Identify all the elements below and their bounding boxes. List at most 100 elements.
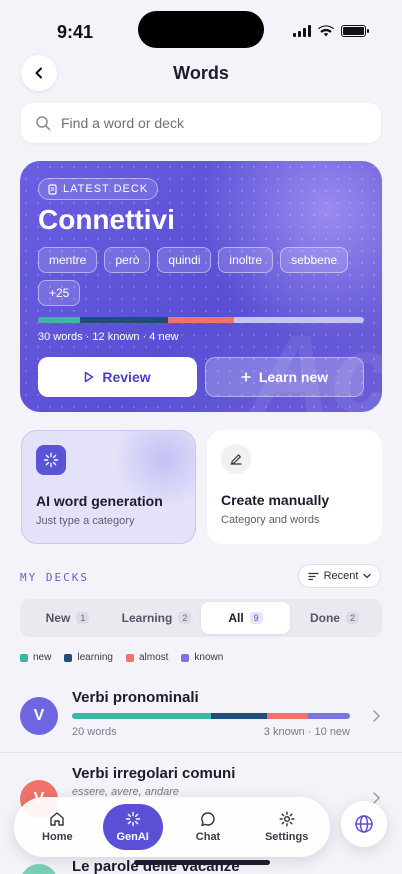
tab-genai[interactable]: GenAI <box>102 804 163 850</box>
tab-all[interactable]: All 9 <box>201 602 290 634</box>
search-bar[interactable] <box>21 103 381 143</box>
globe-icon <box>355 815 373 833</box>
chat-icon <box>201 812 215 827</box>
deck-avatar: L <box>20 864 58 874</box>
tab-count: 1 <box>76 612 90 624</box>
tab-label: Chat <box>195 831 221 843</box>
tab-count: 9 <box>249 612 263 624</box>
word-chips: mentre però quindi inoltre sebbene +25 <box>38 247 358 306</box>
word-chip[interactable]: quindi <box>157 247 212 273</box>
sort-icon <box>307 572 319 580</box>
play-icon <box>85 371 94 383</box>
bottom-tab-bar: Home GenAI Chat Settings <box>14 797 330 857</box>
progress-segment-learning <box>211 713 267 719</box>
legend-swatch <box>125 653 134 662</box>
legend-swatch <box>64 653 73 662</box>
legend-label: learning <box>77 652 113 663</box>
word-chip[interactable]: mentre <box>38 247 98 273</box>
dynamic-island <box>138 11 264 48</box>
home-icon <box>50 812 65 826</box>
progress-almost <box>168 317 234 323</box>
progress-learning <box>80 317 169 323</box>
tab-count: 2 <box>345 612 359 624</box>
deck-word-count: 20 words <box>72 726 117 738</box>
tab-new[interactable]: New 1 <box>23 602 112 634</box>
language-button[interactable] <box>341 801 387 847</box>
tab-label: GenAI <box>116 831 149 843</box>
progress-new <box>38 317 81 323</box>
create-manually-card[interactable]: Create manually Category and words <box>207 430 382 544</box>
section-title: MY DECKS <box>20 571 89 584</box>
signal-icon <box>293 25 311 37</box>
legend-almost: almost <box>125 652 169 663</box>
progress-segment-almost <box>266 713 309 719</box>
legend-known: known <box>181 652 223 663</box>
plus-icon <box>241 372 251 382</box>
deck-row[interactable]: L Le parole delle vacanze <box>0 856 402 874</box>
legend-swatch <box>181 653 190 662</box>
deck-meta: 30 words · 12 known · 4 new <box>38 331 179 343</box>
learn-new-label: Learn new <box>258 369 329 385</box>
status-icons <box>293 25 369 37</box>
sort-dropdown[interactable]: Recent <box>298 564 381 588</box>
tab-label: Learning <box>121 611 173 625</box>
sparkle-icon <box>125 811 140 827</box>
tab-home[interactable]: Home <box>18 811 97 843</box>
chevron-right-icon <box>373 710 380 722</box>
word-chip[interactable]: sebbene <box>280 247 349 273</box>
legend-label: new <box>33 652 52 663</box>
legend-learning: learning <box>64 652 113 663</box>
deck-filter-tabs: New 1 Learning 2 All 9 Done 2 <box>20 599 382 637</box>
sort-label: Recent <box>323 570 359 582</box>
status-bar: 9:41 <box>0 0 402 58</box>
review-button[interactable]: Review <box>38 357 197 397</box>
deck-icon <box>48 183 57 195</box>
tab-label: All <box>228 611 244 625</box>
progress-legend: new learning almost known <box>20 652 223 663</box>
chevron-down-icon <box>363 573 372 579</box>
battery-icon <box>341 25 369 37</box>
ai-word-generation-card[interactable]: AI word generation Just type a category <box>21 430 196 544</box>
deck-title: Connettivi <box>38 204 175 235</box>
learn-new-button[interactable]: Learn new <box>205 357 364 397</box>
ai-card-subtitle: Just type a category <box>36 515 135 527</box>
tab-chat[interactable]: Chat <box>169 811 248 843</box>
word-chip[interactable]: inoltre <box>218 247 274 273</box>
tab-label: Settings <box>264 831 309 843</box>
latest-deck-card[interactable]: Ac LATEST DECK Connettivi mentre però qu… <box>20 161 382 412</box>
progress-segment-known <box>308 713 350 719</box>
deck-avatar: V <box>20 697 58 735</box>
tab-label: Done <box>309 611 340 625</box>
manual-card-subtitle: Category and words <box>221 514 320 526</box>
tab-done[interactable]: Done 2 <box>290 602 379 634</box>
search-icon <box>36 116 51 131</box>
latest-deck-badge: LATEST DECK <box>38 178 159 200</box>
deck-name: Verbi irregolari comuni <box>72 765 236 782</box>
deck-stats: 3 known · 10 new <box>263 726 350 738</box>
deck-progress-bar <box>72 713 350 719</box>
tab-learning[interactable]: Learning 2 <box>112 602 201 634</box>
more-words-chip[interactable]: +25 <box>38 280 81 306</box>
divider <box>0 752 402 753</box>
legend-label: almost <box>138 652 169 663</box>
legend-new: new <box>20 652 51 663</box>
ai-card-title: AI word generation <box>36 493 163 509</box>
manual-card-title: Create manually <box>221 492 330 508</box>
word-chip[interactable]: però <box>104 247 151 273</box>
badge-label: LATEST DECK <box>63 183 149 195</box>
review-label: Review <box>102 369 151 385</box>
chevron-right-icon <box>373 792 380 804</box>
deck-progress-bar <box>38 317 364 323</box>
tab-settings[interactable]: Settings <box>247 811 326 843</box>
legend-label: known <box>194 652 224 663</box>
deck-row[interactable]: V Verbi pronominali 20 words 3 known · 1… <box>0 688 402 752</box>
status-time: 9:41 <box>57 22 94 42</box>
sparkle-icon <box>36 445 66 475</box>
search-input[interactable] <box>61 115 351 131</box>
edit-icon <box>221 444 251 474</box>
wifi-icon <box>318 25 334 37</box>
page-title: Words <box>173 63 229 83</box>
home-indicator <box>134 860 270 865</box>
deck-name: Verbi pronominali <box>72 689 199 706</box>
legend-swatch <box>20 653 28 662</box>
